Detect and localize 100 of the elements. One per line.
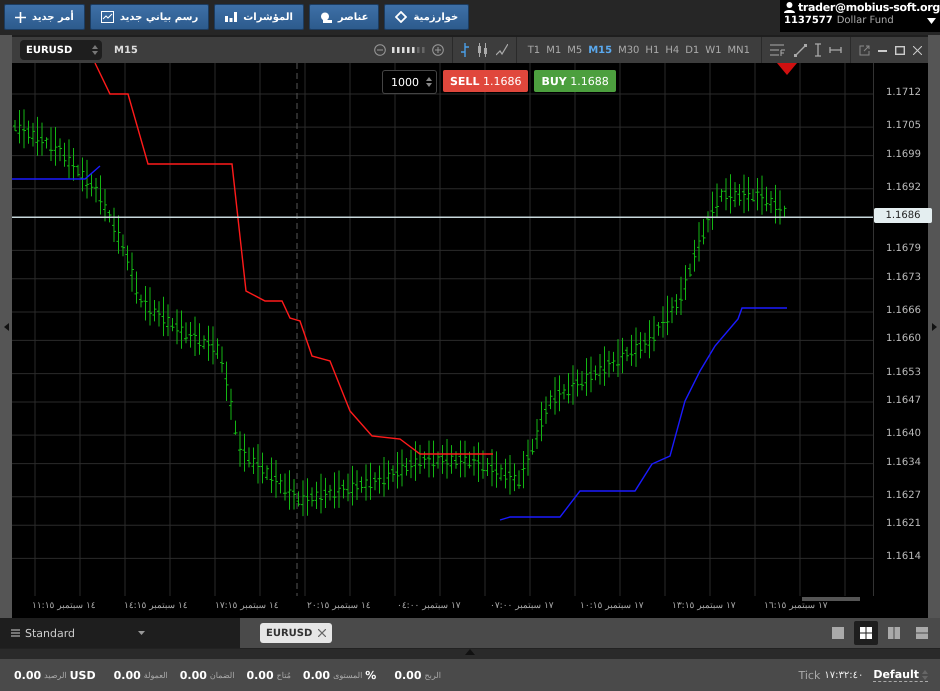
status-label: العمولة <box>144 670 168 680</box>
minimize-icon[interactable] <box>878 48 887 52</box>
price-label: 1.1640 <box>886 428 921 440</box>
collapse-right-icon[interactable] <box>932 322 936 330</box>
plus-icon <box>15 12 26 22</box>
workspace-select[interactable]: Standard <box>0 618 240 648</box>
chart-tab[interactable]: EURUSD <box>260 623 332 643</box>
price-label: 1.1673 <box>886 272 921 283</box>
toolbar-button[interactable]: عناصر <box>308 4 380 30</box>
time-label: ١٤ سبتمبر ١١:١٥ <box>32 601 96 611</box>
price-label: 1.1634 <box>886 456 921 468</box>
status-label: مُتاح <box>276 670 291 680</box>
price-label: 1.1653 <box>886 366 921 378</box>
price-label: 1.1666 <box>886 304 921 316</box>
time-label: ١٧ سبتمبر ١٦:١٥ <box>764 601 828 611</box>
caret-icon <box>927 18 936 24</box>
user-email: trader@mobius-soft.org <box>798 1 940 14</box>
layout-button[interactable] <box>854 621 878 645</box>
toolbar-button[interactable]: المؤشرات <box>214 4 304 30</box>
status-unit: % <box>365 668 376 682</box>
fibonacci-icon[interactable] <box>770 44 786 56</box>
time-label: ١٧ سبتمبر ٠٧:٠٠ <box>490 601 554 611</box>
timeframe-label: M15 <box>114 44 138 56</box>
current-price-label: 1.1686 <box>874 208 932 224</box>
zoom-out-icon[interactable] <box>374 44 386 56</box>
spinner-icon <box>92 45 98 55</box>
quantity-field[interactable]: 1000 <box>382 70 437 94</box>
toolbar-button[interactable]: أمر جديد <box>4 4 85 30</box>
trend-line-icon[interactable] <box>794 44 807 56</box>
account-number: 1137577 <box>784 15 833 26</box>
rows-layout-icon <box>916 627 928 639</box>
bar-type-icon[interactable] <box>460 43 469 57</box>
vertical-line-icon[interactable] <box>815 43 821 57</box>
columns-layout-icon <box>888 627 900 639</box>
zoom-in-icon[interactable] <box>432 44 444 56</box>
timeframe-tab[interactable]: M5 <box>564 44 586 56</box>
price-label: 1.1621 <box>886 518 921 530</box>
spinner-icon <box>426 77 432 87</box>
timeframe-tab[interactable]: W1 <box>702 44 725 56</box>
toolbar-button[interactable]: رسم بياني جديد <box>90 4 210 30</box>
profile-select[interactable]: Default <box>873 668 928 682</box>
spinner-icon <box>922 670 928 680</box>
account-panel[interactable]: trader@mobius-soft.org 1137577 Dollar Fund <box>780 0 940 32</box>
candlestick-icon[interactable] <box>476 43 488 57</box>
user-icon <box>784 2 795 13</box>
caret-icon <box>138 631 146 635</box>
symbol-select[interactable]: EURUSD <box>20 40 102 60</box>
toolbar-button[interactable]: خوارزمية <box>384 4 470 30</box>
time-label: ١٤ سبتمبر ٢٠:١٥ <box>307 601 371 611</box>
zoom-slider-icon[interactable] <box>392 47 426 53</box>
line-chart-icon[interactable] <box>496 44 508 56</box>
timeframe-tab[interactable]: T1 <box>524 44 544 56</box>
status-value: 0.00 <box>180 668 207 682</box>
status-label: الضمان <box>210 670 234 680</box>
price-label: 1.1660 <box>886 333 921 344</box>
sell-button[interactable]: SELL 1.1686 <box>443 70 528 92</box>
time-label: ١٧ سبتمبر ٠٤:٠٠ <box>397 601 461 611</box>
time-label: ١٧ سبتمبر ١٣:١٥ <box>672 601 736 611</box>
status-label: الربح <box>424 670 441 680</box>
status-label: المستوى <box>333 670 362 680</box>
collapse-left-icon[interactable] <box>4 322 8 330</box>
price-label: 1.1712 <box>886 87 921 98</box>
status-label: الرصيد <box>44 670 67 680</box>
timeframe-tab[interactable]: D1 <box>682 44 702 56</box>
price-label: 1.1647 <box>886 395 921 406</box>
chart-icon <box>100 11 114 23</box>
price-label: 1.1692 <box>886 182 921 193</box>
tick-time: ١٧:٣٢:٤٠ <box>824 670 864 680</box>
buy-button[interactable]: BUY 1.1688 <box>534 70 616 92</box>
close-icon[interactable] <box>318 629 326 637</box>
time-label: ١٧ سبتمبر ١٠:١٥ <box>580 601 644 611</box>
status-value: 0.00 <box>394 668 422 682</box>
scrollbar[interactable] <box>802 597 860 601</box>
maximize-icon[interactable] <box>895 46 905 54</box>
timeframe-tab[interactable]: H4 <box>662 44 682 56</box>
diamond-icon <box>395 11 408 23</box>
price-label: 1.1627 <box>886 490 921 501</box>
price-label: 1.1679 <box>886 243 921 254</box>
time-label: ١٤ سبتمبر ١٧:١٥ <box>215 601 279 611</box>
menu-icon <box>11 629 20 637</box>
account-name: Dollar Fund <box>836 15 894 26</box>
price-label: 1.1699 <box>886 148 921 160</box>
price-label: 1.1614 <box>886 551 921 562</box>
timeframe-tab[interactable]: M30 <box>615 44 642 56</box>
single-layout-icon <box>832 627 844 639</box>
timeframe-tab[interactable]: M1 <box>543 44 564 56</box>
status-value: 0.00 <box>114 668 141 682</box>
horizontal-line-icon[interactable] <box>829 47 842 53</box>
timeframe-tab[interactable]: MN1 <box>724 44 753 56</box>
time-label: ١٤ سبتمبر ١٤:١٥ <box>124 601 188 611</box>
timeframe-tab[interactable]: M15 <box>585 44 616 56</box>
status-value: 0.00 <box>14 668 42 682</box>
price-label: 1.1705 <box>886 120 921 132</box>
popout-icon[interactable] <box>859 44 870 56</box>
timeframe-tab[interactable]: H1 <box>642 44 662 56</box>
tick-label: Tick <box>798 668 820 682</box>
shapes-icon <box>320 12 332 22</box>
grid-layout-icon <box>860 627 872 639</box>
status-value: 0.00 <box>302 668 330 682</box>
status-unit: USD <box>70 668 96 682</box>
